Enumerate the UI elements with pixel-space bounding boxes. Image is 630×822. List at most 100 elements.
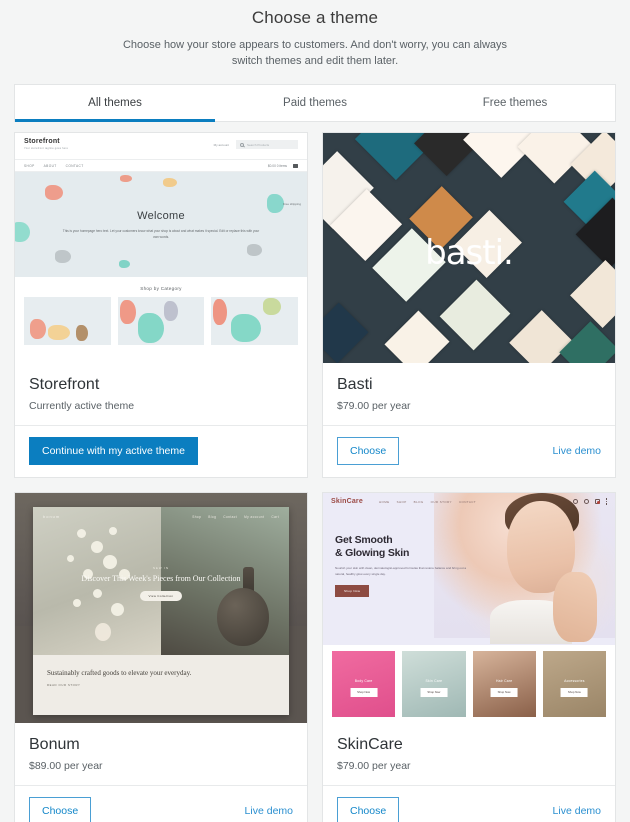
- storefront-preview-hero: Free shipping Welcome This is your homep…: [15, 172, 307, 277]
- illustration-blob: [48, 325, 70, 340]
- skincare-tile-button: Shop Now: [350, 687, 378, 697]
- choose-button[interactable]: Choose: [337, 797, 400, 822]
- storefront-preview-account: My account: [213, 142, 229, 147]
- bonum-logo: bonum: [43, 514, 61, 519]
- theme-preview-bonum[interactable]: bonum Shop Blog Contact My account Cart: [15, 493, 307, 723]
- cart-icon: [594, 498, 601, 505]
- theme-price: $89.00 per year: [29, 760, 103, 772]
- theme-price: $79.00 per year: [337, 400, 411, 412]
- storefront-preview-tagline: Your storefront tagline goes here: [24, 147, 69, 150]
- tab-paid-themes[interactable]: Paid themes: [215, 85, 415, 121]
- skincare-tile-label: Body Care: [354, 678, 373, 683]
- skincare-tile: Skin Care Shop Now: [402, 651, 466, 717]
- theme-preview-storefront[interactable]: Storefront Your storefront tagline goes …: [15, 133, 307, 363]
- tab-free-themes-label: Free themes: [482, 97, 548, 109]
- theme-actions-basti: Choose Live demo: [323, 425, 615, 477]
- live-demo-link[interactable]: Live demo: [553, 445, 601, 457]
- skincare-tile-button: Shop Now: [490, 687, 518, 697]
- theme-actions-skincare: Choose Live demo: [323, 785, 615, 822]
- bonum-nav-account: My account: [244, 514, 265, 519]
- tab-free-themes[interactable]: Free themes: [415, 85, 615, 121]
- flower-dot: [67, 555, 74, 562]
- continue-with-active-theme-button[interactable]: Continue with my active theme: [29, 437, 198, 465]
- skincare-tile-button: Shop Now: [420, 687, 448, 697]
- bonum-nav-cart: Cart: [271, 514, 279, 519]
- illustration-blob: [213, 299, 228, 325]
- bonum-eyebrow: NEW IN: [152, 565, 170, 570]
- illustration-blob: [55, 250, 71, 263]
- theme-name: Bonum: [29, 736, 80, 753]
- illustration-blob: [137, 313, 164, 343]
- tab-all-themes[interactable]: All themes: [15, 85, 215, 122]
- skincare-tile: Accessories Shop Now: [542, 651, 606, 717]
- theme-grid: Storefront Your storefront tagline goes …: [14, 132, 616, 822]
- bonum-cta-button: View Collection: [139, 590, 183, 601]
- skincare-nav-our-story: OUR STORY: [430, 499, 452, 504]
- storefront-hero-badge: Free shipping: [282, 202, 301, 206]
- bonum-nav-blog: Blog: [208, 514, 217, 519]
- illustration-blob: [119, 260, 130, 268]
- illustration-blob: [30, 319, 46, 339]
- storefront-preview-brand: Storefront: [24, 138, 60, 145]
- storefront-category-tile: [211, 297, 299, 345]
- skincare-tile-label: Accessories: [564, 678, 585, 683]
- storefront-category-tile: [117, 297, 205, 345]
- bonum-preview-nav: bonum Shop Blog Contact My account Cart: [33, 514, 289, 519]
- skincare-brand: SkinCare: [331, 498, 363, 505]
- theme-status: Currently active theme: [29, 400, 135, 412]
- bonum-footer-block: Sustainably crafted goods to elevate you…: [33, 655, 289, 700]
- mockup-tile: [323, 302, 369, 363]
- choose-theme-page: Choose a theme Choose how your store app…: [0, 0, 630, 822]
- theme-preview-skincare[interactable]: SkinCare HOME SHOP BLOG OUR STORY CONTAC…: [323, 493, 615, 723]
- storefront-hero-text: This is your homepage hero text. Let you…: [62, 228, 260, 239]
- bonum-nav-contact: Contact: [223, 514, 238, 519]
- model-arm: [552, 572, 597, 642]
- tab-all-themes-label: All themes: [88, 97, 142, 109]
- illustration-blob: [163, 178, 177, 187]
- storefront-preview-categories: Shop by Category: [15, 277, 307, 345]
- skincare-cta-button: Shop Now: [335, 585, 370, 597]
- live-demo-link[interactable]: Live demo: [245, 805, 293, 817]
- theme-name: Basti: [337, 376, 373, 393]
- bonum-footer-heading: Sustainably crafted goods to elevate you…: [47, 669, 192, 677]
- mockup-tile: [384, 310, 450, 363]
- bonum-headline: Discover This Week's Pieces from Our Col…: [81, 573, 241, 583]
- skincare-tile: Body Care Shop Now: [332, 651, 396, 717]
- choose-button[interactable]: Choose: [337, 437, 400, 465]
- storefront-nav-contact: CONTACT: [65, 163, 84, 168]
- live-demo-link[interactable]: Live demo: [553, 805, 601, 817]
- skincare-hero-copy: Get Smooth & Glowing Skin Nourish your s…: [335, 534, 469, 597]
- theme-actions-bonum: Choose Live demo: [15, 785, 307, 822]
- storefront-nav-shop: SHOP: [24, 163, 35, 168]
- search-icon: [572, 498, 578, 504]
- illustration-blob: [76, 325, 88, 341]
- storefront-preview-nav: SHOP ABOUT CONTACT $0.00 0 items: [15, 159, 307, 172]
- theme-info-bonum: Bonum $89.00 per year: [15, 723, 307, 785]
- theme-card-bonum: bonum Shop Blog Contact My account Cart: [14, 492, 308, 822]
- storefront-preview-header: Storefront Your storefront tagline goes …: [15, 133, 307, 159]
- skincare-nav-home: HOME: [378, 499, 390, 504]
- theme-info-basti: Basti $79.00 per year: [323, 363, 615, 425]
- skincare-headline-line1: Get Smooth: [335, 534, 393, 546]
- page-subtitle: Choose how your store appears to custome…: [122, 39, 508, 67]
- skincare-tile-label: Hair Care: [495, 678, 513, 683]
- theme-info-storefront: Storefront Currently active theme: [15, 363, 307, 425]
- theme-filter-tabs: All themes Paid themes Free themes: [14, 84, 616, 122]
- illustration-blob: [45, 185, 63, 200]
- mockup-tile: [439, 279, 511, 351]
- storefront-hero-heading: Welcome: [137, 209, 185, 222]
- page-title: Choose a theme: [251, 8, 379, 27]
- illustration-blob: [119, 300, 136, 324]
- illustration-blob: [247, 244, 262, 256]
- skincare-preview-nav: SkinCare HOME SHOP BLOG OUR STORY CONTAC…: [323, 493, 615, 510]
- theme-preview-basti[interactable]: basti.: [323, 133, 615, 363]
- skincare-hero-body: Nourish your skin with clean, dermatolog…: [335, 566, 467, 576]
- choose-button[interactable]: Choose: [29, 797, 92, 822]
- theme-price: $79.00 per year: [337, 760, 411, 772]
- cart-icon: [293, 163, 298, 168]
- mockup-tile: [570, 260, 615, 328]
- bonum-hero-copy: NEW IN Discover This Week's Pieces from …: [33, 566, 289, 602]
- theme-actions-storefront: Continue with my active theme: [15, 425, 307, 477]
- search-icon: [240, 142, 244, 147]
- more-menu-icon: [605, 498, 607, 505]
